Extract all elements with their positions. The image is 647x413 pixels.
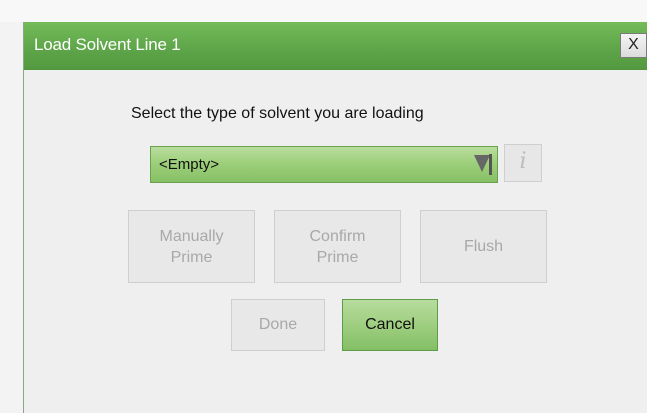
close-button[interactable]: X xyxy=(620,33,647,58)
dropdown-arrow-icon xyxy=(474,155,490,172)
done-button[interactable]: Done xyxy=(231,299,325,351)
info-icon: i xyxy=(519,149,527,174)
solvent-type-prompt: Select the type of solvent you are loadi… xyxy=(131,105,424,122)
dropdown-divider-icon xyxy=(489,154,492,175)
info-button[interactable]: i xyxy=(504,144,542,182)
selected-solvent-value: <Empty> xyxy=(159,156,220,173)
load-solvent-dialog: Load Solvent Line 1 X Select the type of… xyxy=(23,22,647,413)
solvent-type-dropdown[interactable]: <Empty> xyxy=(150,146,498,183)
manually-prime-label-line1: Manually xyxy=(159,227,224,245)
cancel-button[interactable]: Cancel xyxy=(342,299,438,351)
dialog-titlebar: Load Solvent Line 1 X xyxy=(24,22,647,70)
confirm-prime-label-line1: Confirm xyxy=(309,227,366,245)
manually-prime-button[interactable]: Manually Prime xyxy=(128,210,255,283)
manually-prime-label-line2: Prime xyxy=(170,248,213,266)
confirm-prime-label-line2: Prime xyxy=(316,248,359,266)
confirm-prime-button[interactable]: Confirm Prime xyxy=(274,210,401,283)
background-strip xyxy=(0,0,647,22)
dialog-title: Load Solvent Line 1 xyxy=(34,35,181,54)
flush-button[interactable]: Flush xyxy=(420,210,547,283)
